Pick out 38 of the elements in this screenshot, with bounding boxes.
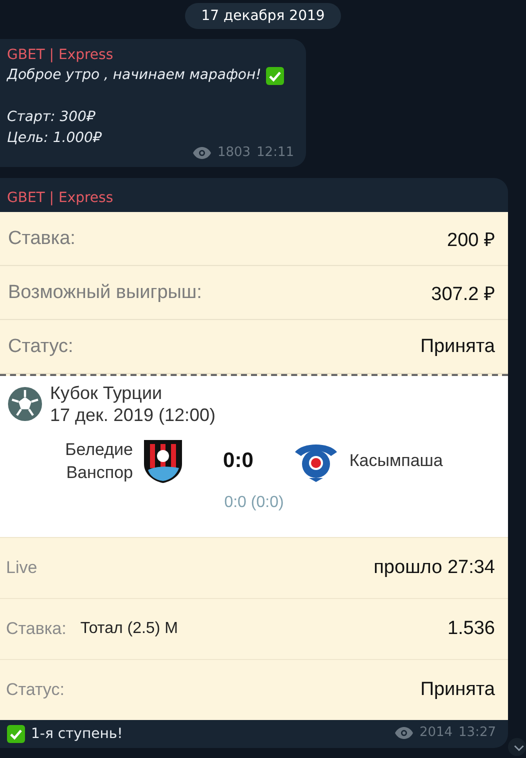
check-mark-icon xyxy=(7,725,25,743)
message-time: 12:11 xyxy=(256,145,294,160)
field-value: 200 ₽ xyxy=(447,228,495,252)
ball-icon xyxy=(8,387,42,421)
field-label: Ставка: xyxy=(6,619,66,639)
view-count: 1803 xyxy=(217,145,251,160)
away-team: Касымпаша xyxy=(349,451,443,471)
field-label: Возможный выигрыш: xyxy=(8,282,202,304)
match-date: 17 дек. 2019 (12:00) xyxy=(50,404,216,426)
home-team: Беледие Ванспор xyxy=(65,439,134,484)
bet-type: Тотал (2.5) М xyxy=(80,620,178,638)
scroll-down-button[interactable] xyxy=(508,738,526,756)
striped-shield-icon xyxy=(143,438,184,484)
message-text: Старт: 300₽ xyxy=(7,108,96,127)
field-label: Статус: xyxy=(8,336,74,358)
sender-name: GBET | Express xyxy=(7,189,114,208)
chevron-down-icon xyxy=(514,744,524,752)
field-label: Статус: xyxy=(6,680,64,700)
field-value: Принята xyxy=(420,336,495,358)
field-value: 1.536 xyxy=(447,618,495,640)
view-count: 2014 xyxy=(419,725,453,740)
message-text: Цель: 1.000₽ xyxy=(7,129,102,148)
tournament-name: Кубок Турции xyxy=(50,382,164,404)
eye-icon xyxy=(395,726,414,738)
message-text: 1-я ступень! xyxy=(31,726,123,742)
field-value: 307.2 ₽ xyxy=(431,282,495,306)
date-label: 17 декабря 2019 xyxy=(185,3,341,29)
check-mark-icon xyxy=(266,66,284,84)
message-text: Доброе утро , начинаем марафон! xyxy=(7,66,262,85)
field-value: Принята xyxy=(420,679,495,701)
half-time-score: 0:0 (0:0) xyxy=(223,494,285,512)
message-time: 13:27 xyxy=(458,725,496,740)
field-value: прошло 27:34 xyxy=(374,557,495,579)
eye-icon xyxy=(193,146,212,158)
field-label: Ставка: xyxy=(8,228,76,250)
match-score: 0:0 xyxy=(223,449,254,473)
field-label: Live xyxy=(6,558,38,578)
sender-name: GBET | Express xyxy=(7,46,114,65)
